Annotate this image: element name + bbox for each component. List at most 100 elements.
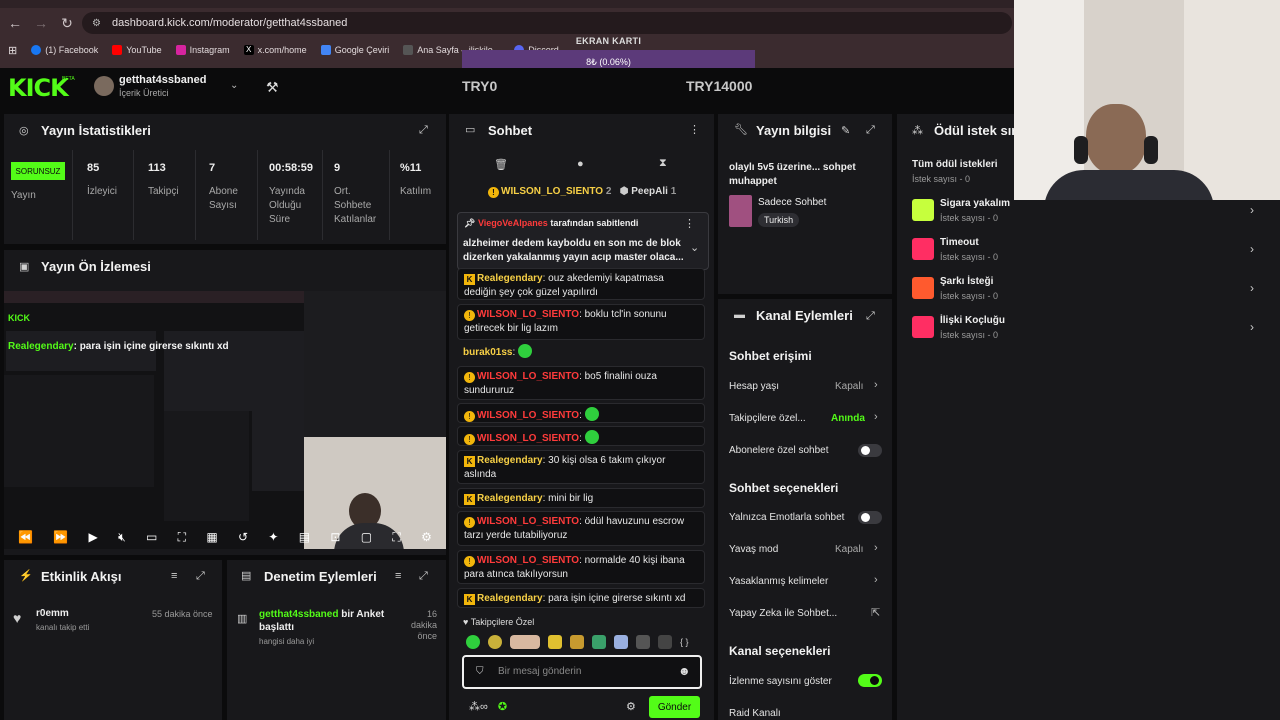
- site-info-icon[interactable]: ⚙: [92, 18, 106, 29]
- raid-label[interactable]: Raid Kanalı: [729, 708, 781, 719]
- emote-more-icon[interactable]: { }: [680, 637, 689, 647]
- emote-icon[interactable]: [570, 635, 584, 649]
- subs-only-toggle[interactable]: [858, 444, 882, 457]
- expand-icon[interactable]: ⤢: [866, 310, 875, 323]
- emote-icon[interactable]: [548, 635, 562, 649]
- crop-icon[interactable]: ⛶: [178, 530, 186, 545]
- chat-username[interactable]: WILSON_LO_SIENTO: [477, 433, 579, 444]
- bookmark-facebook[interactable]: (1) Facebook: [31, 45, 98, 55]
- filter-icon[interactable]: ≡: [395, 570, 401, 582]
- emotes-only-toggle[interactable]: [858, 511, 882, 524]
- back-icon[interactable]: ←: [4, 12, 26, 34]
- send-button[interactable]: Gönder: [649, 696, 700, 718]
- chat-message[interactable]: ! WILSON_LO_SIENTO: bo5 finalini ouza sun…: [457, 366, 705, 400]
- kick-logo[interactable]: KICK: [8, 74, 69, 102]
- chat-users-icon[interactable]: ⁂∞: [469, 700, 488, 713]
- category-thumbnail[interactable]: [729, 195, 752, 227]
- chat-username[interactable]: WILSON_LO_SIENTO: [477, 555, 579, 566]
- chat-message[interactable]: K Realegendary: mini bir lig: [457, 488, 705, 508]
- trash-icon[interactable]: 🗑︎: [494, 158, 508, 171]
- chevron-right-icon[interactable]: ›: [1250, 242, 1254, 256]
- emote-icon[interactable]: [658, 635, 672, 649]
- kick-emote-icon[interactable]: ✪: [498, 700, 507, 713]
- chat-username[interactable]: Realegendary: [477, 273, 543, 284]
- chevron-down-icon[interactable]: ⌄: [230, 80, 238, 91]
- emote-icon[interactable]: [636, 635, 650, 649]
- settings-gear-icon[interactable]: ⚙: [421, 530, 432, 544]
- more-icon[interactable]: ⋮: [689, 123, 700, 136]
- chat-username[interactable]: WILSON_LO_SIENTO: [477, 309, 579, 320]
- slow-mode-label[interactable]: Yavaş mod: [729, 544, 778, 555]
- pinned-by[interactable]: ViegoVeAlpanes: [478, 218, 548, 228]
- activity-user[interactable]: r0emm: [36, 608, 69, 619]
- chat-message[interactable]: K Realegendary: ouz akedemiyi kapatmasa d…: [457, 268, 705, 300]
- chat-username[interactable]: WILSON_LO_SIENTO: [477, 410, 579, 421]
- pip-icon[interactable]: ▢: [361, 530, 372, 544]
- expand-icon[interactable]: ⤢: [419, 124, 428, 137]
- moderation-user[interactable]: getthat4ssbaned: [259, 609, 338, 620]
- emote-icon[interactable]: [614, 635, 628, 649]
- bookmark-x[interactable]: Xx.com/home: [243, 45, 307, 55]
- chat-username[interactable]: Realegendary: [477, 493, 543, 504]
- chevron-right-icon[interactable]: ›: [874, 411, 878, 423]
- account-age-value[interactable]: Kapalı: [835, 381, 863, 392]
- avatar[interactable]: [94, 76, 114, 96]
- chevron-right-icon[interactable]: ›: [1250, 203, 1254, 217]
- fast-forward-icon[interactable]: ⏩: [53, 530, 68, 544]
- expand-icon[interactable]: ⤢: [196, 570, 205, 583]
- chat-message[interactable]: K Realegendary: 30 kişi olsa 6 takım çıkı…: [457, 450, 705, 484]
- reward-name[interactable]: Şarkı İsteği: [940, 276, 993, 287]
- sparkle-icon[interactable]: ✦: [268, 530, 278, 544]
- history-icon[interactable]: ↺: [238, 530, 248, 544]
- chat-message[interactable]: ! WILSON_LO_SIENTO:: [457, 403, 705, 423]
- camera-icon[interactable]: ▭: [146, 530, 157, 544]
- all-rewards-label[interactable]: Tüm ödül istekleri: [912, 159, 998, 170]
- followers-only-value[interactable]: Anında: [831, 413, 865, 424]
- play-icon[interactable]: ▶: [89, 530, 98, 544]
- gifter-name[interactable]: PeepAli: [631, 186, 668, 197]
- banned-words-label[interactable]: Yasaklanmış kelimeler: [729, 576, 828, 587]
- bookmark-youtube[interactable]: YouTube: [112, 45, 162, 55]
- reward-name[interactable]: Sigara yakalım: [940, 198, 1010, 209]
- slow-mode-value[interactable]: Kapalı: [835, 544, 863, 555]
- chat-message[interactable]: ! WILSON_LO_SIENTO:: [457, 426, 705, 446]
- address-bar[interactable]: ⚙ dashboard.kick.com/moderator/getthat4s…: [82, 12, 1012, 34]
- chevron-right-icon[interactable]: ›: [874, 379, 878, 391]
- chat-username[interactable]: WILSON_LO_SIENTO: [477, 371, 579, 382]
- chat-bubble-icon[interactable]: ●: [577, 158, 584, 170]
- ai-chat-label[interactable]: Yapay Zeka ile Sohbet...: [729, 608, 837, 619]
- reward-name[interactable]: İlişki Koçluğu: [940, 315, 1005, 326]
- gifter-name[interactable]: WILSON_LO_SIENTO: [501, 186, 603, 197]
- chat-username[interactable]: burak01ss: [463, 347, 512, 358]
- channel-name[interactable]: getthat4ssbaned: [119, 74, 206, 86]
- pinned-message[interactable]: 📌︎ ViegoVeAlpanes tarafından sabitlendi …: [457, 212, 709, 270]
- reward-name[interactable]: Timeout: [940, 237, 979, 248]
- chevron-right-icon[interactable]: ›: [874, 542, 878, 554]
- chat-username[interactable]: Realegendary: [477, 593, 543, 604]
- rewind-icon[interactable]: ⏪: [18, 530, 33, 544]
- bookmark-instagram[interactable]: Instagram: [175, 45, 230, 55]
- hammer-icon[interactable]: ⚒: [266, 79, 279, 96]
- chat-input[interactable]: ⛉ Bir mesaj gönderin ☻: [462, 655, 702, 689]
- followers-only-label[interactable]: Takipçilere özel...: [729, 413, 806, 424]
- language-tag[interactable]: Turkish: [758, 213, 800, 227]
- category-name[interactable]: Sadece Sohbet: [758, 197, 826, 208]
- chat-username[interactable]: WILSON_LO_SIENTO: [477, 516, 579, 527]
- stream-preview[interactable]: KICK Realegendary: para işin içine girer…: [4, 291, 446, 549]
- show-viewers-toggle[interactable]: [858, 674, 882, 687]
- expand-icon[interactable]: ⤢: [419, 570, 428, 583]
- chat-message[interactable]: ! WILSON_LO_SIENTO: normalde 40 kişi iban…: [457, 550, 705, 584]
- emote-icon[interactable]: [510, 635, 540, 649]
- mute-icon[interactable]: 🔇︎: [118, 530, 126, 545]
- chat-message[interactable]: ! WILSON_LO_SIENTO: ödül havuzunu escrow …: [457, 511, 705, 546]
- filter-icon[interactable]: ≡: [171, 570, 177, 582]
- chat-username[interactable]: Realegendary: [477, 455, 543, 466]
- expand-icon[interactable]: ⤢: [866, 124, 875, 137]
- apps-icon[interactable]: ⊞: [8, 44, 17, 57]
- emote-icon[interactable]: [466, 635, 480, 649]
- hourglass-icon[interactable]: ⧗: [659, 157, 667, 170]
- chat-overlay-icon[interactable]: ▤: [299, 530, 310, 544]
- bookmark-google-translate[interactable]: Google Çeviri: [320, 45, 389, 55]
- clip-icon[interactable]: ▦: [206, 530, 217, 544]
- chevron-right-icon[interactable]: ›: [874, 574, 878, 586]
